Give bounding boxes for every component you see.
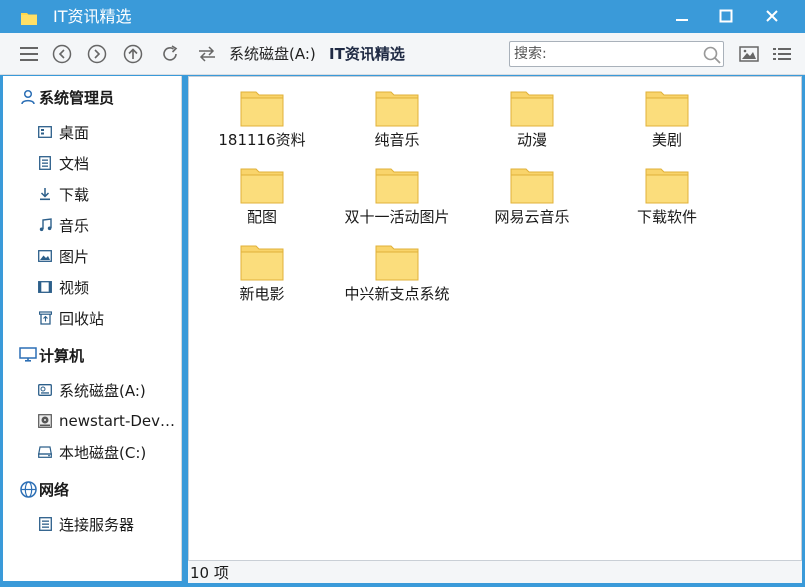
- server-icon: [38, 517, 52, 531]
- list-view-button[interactable]: [771, 43, 793, 65]
- sidebar-group-label: 系统管理员: [39, 88, 115, 107]
- search-input[interactable]: [514, 44, 694, 64]
- sidebar-item-videos[interactable]: 视频: [38, 276, 178, 298]
- picture-icon: [38, 249, 52, 263]
- forward-arrow-icon: [87, 44, 107, 64]
- sidebar-item-downloads[interactable]: 下载: [38, 183, 178, 205]
- swap-arrows-icon: [199, 46, 215, 62]
- item-count: 10 项: [190, 564, 229, 582]
- forward-button[interactable]: [86, 43, 108, 65]
- minimize-icon: [676, 19, 688, 21]
- folder-item[interactable]: 下载软件: [602, 166, 732, 236]
- back-button[interactable]: [51, 43, 73, 65]
- folder-icon: [375, 168, 419, 204]
- list-view-icon: [773, 48, 791, 60]
- sidebar-item-documents[interactable]: 文档: [38, 152, 178, 174]
- folder-item[interactable]: 新电影: [197, 243, 327, 313]
- title-bar[interactable]: IT资讯精选: [0, 0, 805, 33]
- refresh-button[interactable]: [159, 43, 181, 65]
- folder-item[interactable]: 美剧: [602, 89, 732, 159]
- switch-path-button[interactable]: [196, 43, 218, 65]
- trash-icon: [38, 311, 52, 325]
- breadcrumb-parent[interactable]: 系统磁盘(A:): [229, 45, 316, 63]
- back-arrow-icon: [52, 44, 72, 64]
- folder-icon: [375, 245, 419, 281]
- file-view[interactable]: 181116资料 纯音乐 动漫 美剧 配图 双十一活动图片 网易云音乐 下载软件…: [188, 76, 802, 561]
- search-icon[interactable]: [702, 45, 722, 65]
- sidebar-item-music[interactable]: 音乐: [38, 214, 178, 236]
- minimize-button[interactable]: [669, 4, 695, 28]
- document-icon: [38, 156, 52, 170]
- folder-icon: [240, 245, 284, 281]
- sidebar-item-pictures[interactable]: 图片: [38, 245, 178, 267]
- breadcrumb-current[interactable]: IT资讯精选: [329, 45, 405, 63]
- sidebar-group-network[interactable]: 网络: [19, 478, 69, 500]
- maximize-button[interactable]: [713, 4, 739, 28]
- window-title: IT资讯精选: [53, 7, 132, 26]
- folder-icon: [240, 91, 284, 127]
- folder-item[interactable]: 181116资料: [197, 89, 327, 159]
- maximize-icon: [719, 9, 733, 23]
- file-manager-window: IT资讯精选 系统磁盘(A:) IT资讯精选 搜索: 系统管理员 桌面 文档 下…: [0, 0, 805, 587]
- hamburger-menu-icon: [20, 47, 38, 61]
- sidebar-group-label: 计算机: [39, 346, 85, 365]
- optical-disc-icon: [38, 414, 52, 428]
- user-icon: [19, 88, 37, 106]
- search-box[interactable]: [509, 41, 724, 67]
- close-icon: [766, 10, 778, 22]
- folder-app-icon: [21, 10, 37, 25]
- music-icon: [38, 218, 52, 232]
- os-disk-icon: [38, 383, 52, 397]
- computer-icon: [19, 346, 37, 364]
- image-view-icon: [739, 46, 759, 62]
- network-icon: [19, 480, 37, 498]
- hard-disk-icon: [38, 445, 52, 459]
- toolbar: 系统磁盘(A:) IT资讯精选: [0, 33, 805, 75]
- folder-item[interactable]: 配图: [197, 166, 327, 236]
- icon-view-button[interactable]: [738, 43, 760, 65]
- sidebar-group-label: 网络: [39, 480, 70, 499]
- refresh-icon: [163, 45, 178, 61]
- sidebar: 系统管理员 桌面 文档 下载 音乐 图片 视频 回收站 计算机 系统磁盘(A:)…: [3, 76, 182, 581]
- sidebar-item-trash[interactable]: 回收站: [38, 307, 178, 329]
- folder-item[interactable]: 动漫: [467, 89, 597, 159]
- menu-button[interactable]: [18, 43, 40, 65]
- close-button[interactable]: [759, 4, 785, 28]
- folder-icon: [510, 168, 554, 204]
- sidebar-item-connect-server[interactable]: 连接服务器: [38, 513, 178, 535]
- folder-icon: [645, 91, 689, 127]
- video-icon: [38, 280, 52, 294]
- sidebar-item-system-disk[interactable]: 系统磁盘(A:): [38, 379, 178, 401]
- folder-item[interactable]: 纯音乐: [332, 89, 462, 159]
- sidebar-group-computer[interactable]: 计算机: [19, 344, 84, 366]
- up-arrow-icon: [123, 44, 143, 64]
- folder-item[interactable]: 网易云音乐: [467, 166, 597, 236]
- sidebar-item-desktop[interactable]: 桌面: [38, 121, 178, 143]
- desktop-icon: [38, 125, 52, 139]
- download-icon: [38, 187, 52, 201]
- up-button[interactable]: [122, 43, 144, 65]
- status-bar: 10 项: [188, 561, 802, 583]
- folder-icon: [240, 168, 284, 204]
- sidebar-item-optical-disc[interactable]: newstart-Dev…: [38, 410, 178, 432]
- folder-icon: [375, 91, 419, 127]
- sidebar-group-user[interactable]: 系统管理员: [19, 86, 114, 108]
- folder-item[interactable]: 中兴新支点系统: [332, 243, 462, 313]
- folder-icon: [510, 91, 554, 127]
- folder-item[interactable]: 双十一活动图片: [332, 166, 462, 236]
- folder-icon: [645, 168, 689, 204]
- sidebar-item-local-disk[interactable]: 本地磁盘(C:): [38, 441, 178, 463]
